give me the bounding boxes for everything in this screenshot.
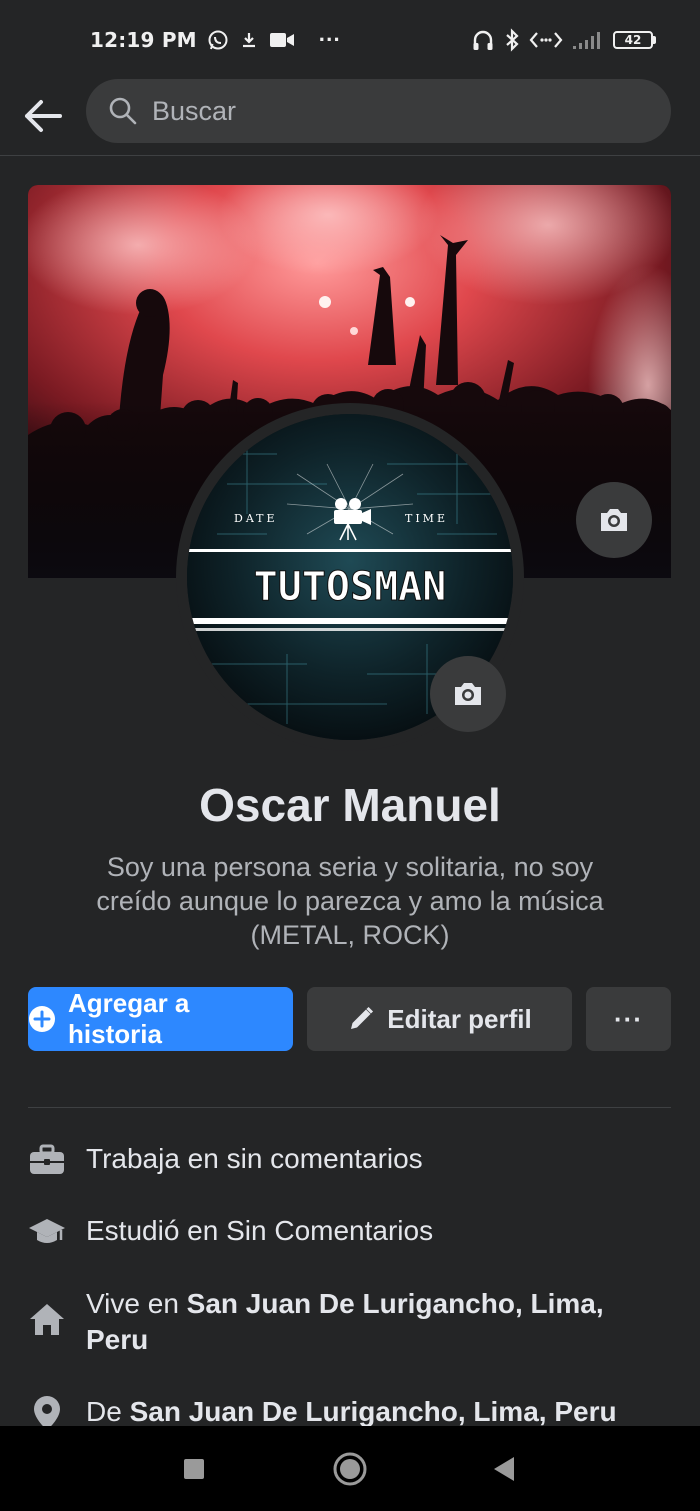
detail-lives-place-1[interactable]: San Juan De Lurigancho, Lima, [187, 1288, 604, 1319]
home-icon [28, 1300, 66, 1338]
detail-lives-place-2[interactable]: Peru [86, 1324, 148, 1355]
battery-indicator: 42 [613, 31, 656, 49]
detail-work[interactable]: Trabaja en sin comentarios [28, 1141, 671, 1179]
status-time: 12:19 PM [90, 28, 197, 52]
briefcase-icon [28, 1141, 66, 1179]
back-arrow-icon [25, 99, 62, 132]
signal-icon [571, 30, 605, 50]
logo-time-text: TIME [405, 512, 448, 525]
detail-from-place[interactable]: San Juan De Lurigancho, Lima, Peru [130, 1396, 617, 1427]
nfc-sync-icon [529, 30, 563, 50]
detail-lives[interactable]: Vive en San Juan De Lurigancho, Lima, Pe… [28, 1286, 671, 1358]
camera-icon [455, 683, 481, 705]
graduation-cap-icon [28, 1213, 66, 1251]
home-circle-icon [333, 1452, 367, 1485]
video-camera-icon [269, 31, 295, 49]
battery-level: 42 [613, 31, 653, 49]
avatar-camera-button[interactable] [430, 656, 506, 732]
search-placeholder: Buscar [152, 95, 237, 126]
detail-study[interactable]: Estudió en Sin Comentarios [28, 1213, 671, 1251]
top-bar: Buscar [0, 76, 700, 156]
download-icon [239, 30, 259, 50]
back-button[interactable] [0, 76, 86, 156]
detail-work-text: Trabaja en sin comentarios [86, 1143, 423, 1174]
profile-name: Oscar Manuel [199, 779, 501, 831]
detail-from-text: De San Juan De Lurigancho, Lima, Peru [86, 1394, 617, 1430]
headphones-icon [471, 28, 495, 52]
status-right: 42 [471, 28, 656, 52]
square-icon [184, 1458, 204, 1479]
edit-profile-label: Editar perfil [387, 1003, 532, 1034]
logo-brand-text: TUTOSMAN [254, 564, 447, 610]
status-bar: 12:19 PM ··· 42 [0, 0, 700, 80]
logo-date-text: DATE [234, 512, 278, 525]
pencil-icon [347, 1005, 375, 1033]
triangle-back-icon [494, 1456, 514, 1481]
profile-bio: Soy una persona seria y solitaria, no so… [96, 852, 604, 950]
search-icon [109, 97, 137, 125]
detail-study-text: Estudió en Sin Comentarios [86, 1215, 434, 1246]
cover-camera-button[interactable] [576, 482, 652, 558]
add-story-button[interactable]: Agregar a historia [28, 987, 293, 1051]
battery-tip [653, 36, 656, 44]
plus-circle-icon [28, 1005, 56, 1033]
detail-from-prefix: De [86, 1396, 130, 1427]
detail-lives-prefix: Vive en [86, 1288, 187, 1319]
status-more-icon: ··· [318, 27, 341, 52]
edit-profile-button[interactable]: Editar perfil [307, 987, 572, 1051]
whatsapp-icon [207, 29, 229, 51]
recents-button[interactable] [172, 1426, 216, 1511]
more-options-button[interactable]: ··· [586, 987, 671, 1051]
bluetooth-icon [503, 28, 521, 52]
section-divider [28, 1107, 671, 1108]
status-left: 12:19 PM ··· [90, 27, 341, 53]
back-nav-button[interactable] [482, 1426, 526, 1511]
add-story-label: Agregar a historia [68, 988, 190, 1049]
detail-lives-text: Vive en San Juan De Lurigancho, Lima, Pe… [86, 1286, 604, 1358]
search-input[interactable]: Buscar [86, 79, 671, 143]
camera-icon [601, 509, 627, 531]
more-dots-icon: ··· [614, 1003, 643, 1034]
home-button[interactable] [328, 1426, 372, 1511]
